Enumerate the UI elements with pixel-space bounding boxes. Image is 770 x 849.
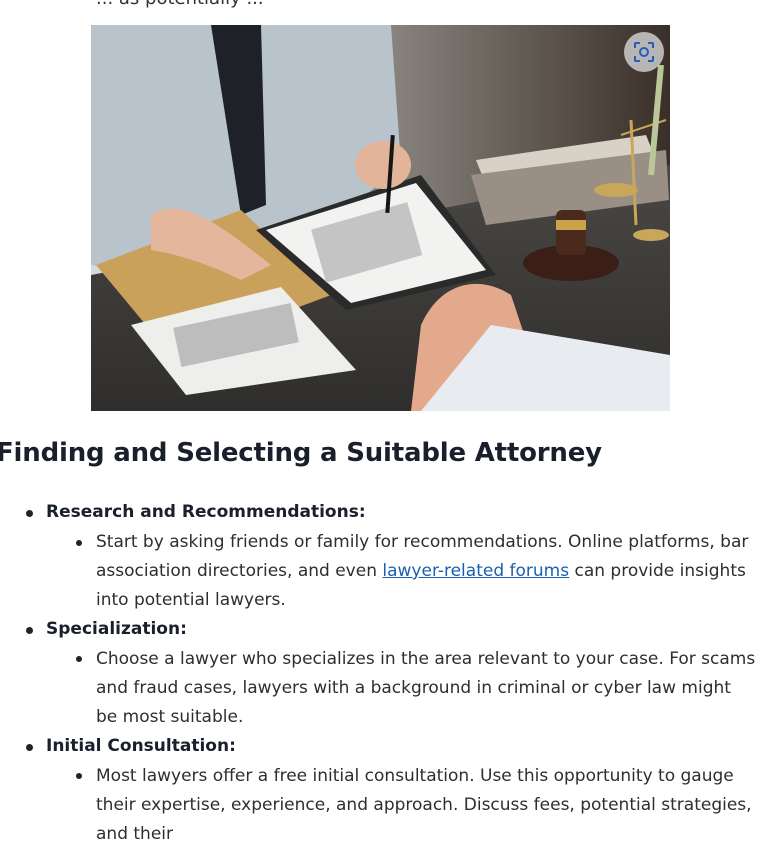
list-item-label-research: Research and Recommendations: (46, 502, 366, 522)
bullet-icon (26, 510, 33, 517)
lens-scan-icon (633, 41, 655, 63)
lawyer-forums-link[interactable]: lawyer-related forums (382, 561, 569, 581)
list-item-label-specialization: Specialization: (46, 619, 187, 639)
bullet-icon (26, 744, 33, 751)
lawyer-consultation-photo (91, 25, 670, 411)
visual-search-button[interactable] (624, 32, 664, 72)
sub-bullet-icon (76, 773, 82, 779)
list-item-label-consultation: Initial Consultation: (46, 736, 236, 756)
list-item-text-consultation: Most lawyers offer a free initial consul… (96, 766, 752, 844)
truncated-paragraph-fragment: ... as potentially ... (96, 0, 264, 9)
list-item-text-specialization: Choose a lawyer who specializes in the a… (96, 649, 756, 727)
list-item-text-research: Start by asking friends or family for re… (96, 532, 749, 610)
sub-bullet-icon (76, 540, 82, 546)
sub-bullet-icon (76, 656, 82, 662)
section-heading: Finding and Selecting a Suitable Attorne… (0, 438, 602, 468)
bullet-icon (26, 627, 33, 634)
